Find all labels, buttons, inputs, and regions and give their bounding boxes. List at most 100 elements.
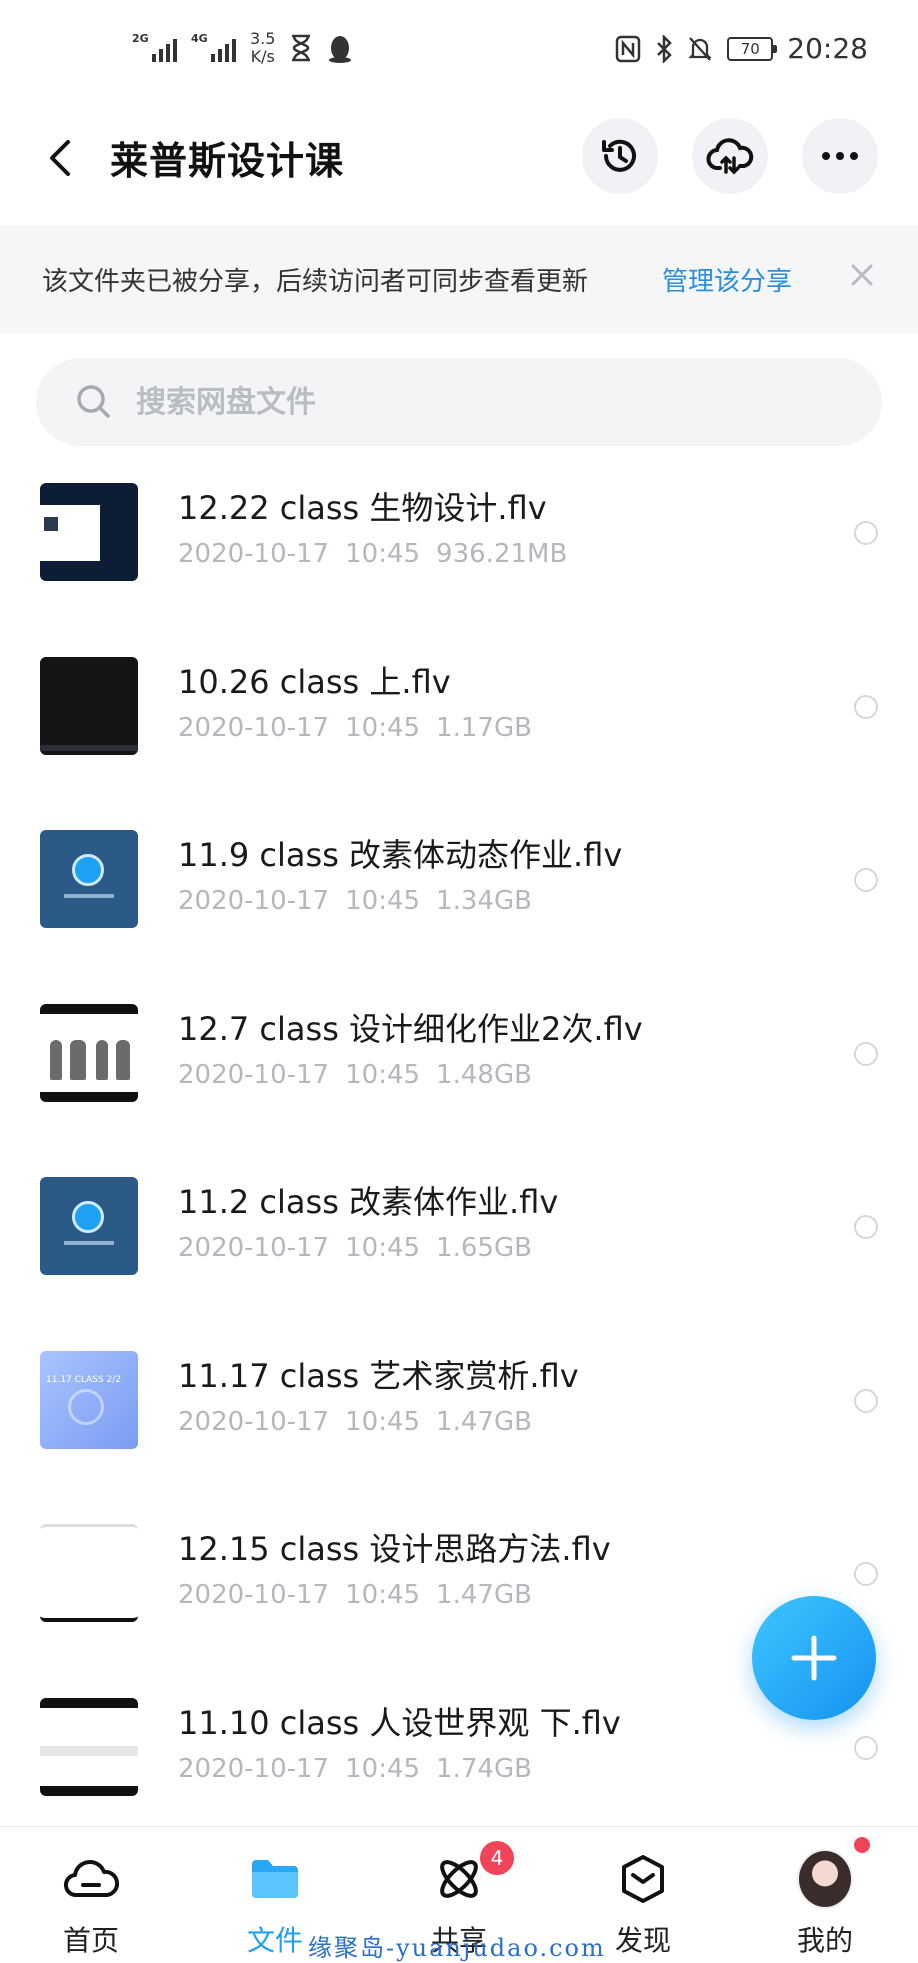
video-thumbnail: 11.17 CLASS 2/2 — [40, 1350, 138, 1449]
file-name: 10.26 class 上.flv — [178, 662, 451, 701]
bluetooth-icon — [657, 34, 673, 63]
file-date: 2020-10-17 — [178, 1233, 330, 1263]
history-button[interactable] — [582, 118, 658, 194]
atom-icon — [431, 1851, 487, 1907]
file-date: 2020-10-17 — [178, 539, 330, 569]
cloud-icon — [63, 1851, 119, 1907]
file-time: 10:45 — [345, 886, 421, 916]
file-date: 2020-10-17 — [178, 1406, 330, 1437]
nfc-icon — [616, 35, 641, 62]
close-banner-button[interactable] — [842, 255, 882, 295]
file-size: 1.74GB — [436, 1753, 532, 1784]
file-date: 2020-10-17 — [178, 886, 330, 916]
file-name: 11.10 class 人设世界观 下.flv — [178, 1703, 621, 1742]
file-time: 10:45 — [345, 1580, 421, 1610]
cloud-transfer-button[interactable] — [692, 118, 768, 194]
file-meta: 2020-10-17 10:45 1.17GB — [178, 713, 548, 743]
file-date: 2020-10-17 — [178, 712, 330, 743]
bell-muted-icon — [688, 36, 713, 61]
file-meta: 2020-10-17 10:45 936.21MB — [178, 539, 583, 569]
app-header: 莱普斯设计课 — [0, 100, 918, 220]
back-icon — [50, 140, 70, 176]
file-time: 10:45 — [345, 539, 421, 569]
video-thumbnail — [40, 1003, 138, 1102]
plus-icon — [791, 1635, 837, 1681]
file-size: 1.34GB — [436, 886, 532, 916]
share-banner: 该文件夹已被分享，后续访问者可同步查看更新 管理该分享 — [0, 225, 918, 333]
file-size: 1.17GB — [436, 712, 532, 743]
notification-badge: 4 — [480, 1841, 514, 1875]
qq-penguin-icon — [329, 36, 352, 63]
search-input[interactable] — [136, 376, 836, 428]
file-meta: 2020-10-17 10:45 1.48GB — [178, 1060, 548, 1090]
file-size: 1.48GB — [436, 1059, 532, 1090]
status-bar: 2G 4G 3.5 K/s 70 20:28 — [0, 0, 918, 100]
video-thumbnail — [40, 483, 138, 581]
select-radio[interactable] — [854, 1735, 878, 1760]
file-time: 10:45 — [345, 1406, 421, 1437]
nav-item-me[interactable]: 我的 — [750, 1827, 900, 1963]
video-thumbnail — [40, 1697, 138, 1796]
file-row[interactable]: 12.7 class 设计细化作业2次.flv 2020-10-17 10:45 1… — [0, 968, 918, 1142]
file-size: 1.65GB — [436, 1233, 532, 1263]
battery-icon: 70 — [727, 36, 778, 61]
video-thumbnail — [40, 830, 138, 928]
file-time: 10:45 — [345, 1753, 421, 1784]
search-icon — [77, 385, 110, 418]
more-icon — [822, 152, 858, 160]
select-radio[interactable] — [854, 1388, 878, 1413]
file-size: 1.47GB — [436, 1406, 532, 1437]
network-speed: 3.5 K/s — [250, 30, 275, 66]
avatar — [797, 1849, 853, 1909]
thumbnail-caption: 11.17 CLASS 2/2 — [46, 1374, 122, 1385]
search-bar[interactable] — [36, 358, 882, 446]
file-row[interactable]: 11.17 CLASS 2/2 11.17 class 艺术家赏析.flv 20… — [0, 1315, 918, 1489]
file-row[interactable]: 11.9 class 改素体动态作业.flv 2020-10-17 10:45 1.… — [0, 794, 918, 968]
file-meta: 2020-10-17 10:45 1.47GB — [178, 1407, 548, 1437]
file-name: 11.2 class 改素体作业.flv — [178, 1183, 559, 1221]
file-date: 2020-10-17 — [178, 1753, 330, 1784]
file-date: 2020-10-17 — [178, 1580, 330, 1610]
signal-icon: 2G — [132, 32, 177, 62]
more-button[interactable] — [802, 118, 878, 194]
speed-value: 3.5 — [250, 29, 276, 48]
file-size: 936.21MB — [436, 539, 568, 569]
file-name: 12.22 class 生物设计.flv — [178, 489, 547, 527]
discover-box-icon — [615, 1851, 671, 1907]
signal-icon: 4G — [191, 32, 236, 62]
file-meta: 2020-10-17 10:45 1.47GB — [178, 1580, 548, 1610]
select-radio[interactable] — [854, 1215, 878, 1239]
file-meta: 2020-10-17 10:45 1.34GB — [178, 886, 548, 916]
close-icon — [851, 264, 873, 286]
select-radio[interactable] — [854, 521, 878, 545]
file-date: 2020-10-17 — [178, 1059, 330, 1090]
speed-unit: K/s — [250, 47, 275, 66]
history-icon — [602, 139, 636, 172]
back-button[interactable] — [38, 128, 82, 188]
folder-icon — [247, 1851, 303, 1907]
video-thumbnail — [40, 1524, 138, 1622]
file-time: 10:45 — [345, 1233, 421, 1263]
select-radio[interactable] — [854, 868, 878, 892]
file-meta: 2020-10-17 10:45 1.65GB — [178, 1233, 548, 1263]
battery-level: 70 — [740, 39, 760, 58]
manage-share-link[interactable]: 管理该分享 — [662, 261, 792, 298]
select-radio[interactable] — [854, 1041, 878, 1066]
add-button[interactable] — [752, 1596, 876, 1720]
video-thumbnail — [40, 1177, 138, 1275]
file-row[interactable]: 10.26 class 上.flv 2020-10-17 10:45 1.17GB — [0, 621, 918, 795]
notification-dot — [854, 1837, 870, 1853]
file-name: 12.7 class 设计细化作业2次.flv — [178, 1009, 643, 1048]
status-time: 20:28 — [787, 32, 868, 65]
file-size: 1.47GB — [436, 1580, 532, 1610]
file-name: 12.15 class 设计思路方法.flv — [178, 1530, 611, 1568]
nav-item-home[interactable]: 首页 — [16, 1827, 166, 1963]
page-title: 莱普斯设计课 — [110, 139, 345, 183]
file-meta: 2020-10-17 10:45 1.74GB — [178, 1754, 548, 1784]
file-name: 11.9 class 改素体动态作业.flv — [178, 836, 623, 874]
file-row[interactable]: 11.2 class 改素体作业.flv 2020-10-17 10:45 1.65… — [0, 1141, 918, 1315]
file-row[interactable]: 12.22 class 生物设计.flv 2020-10-17 10:45 936.… — [0, 447, 918, 621]
file-time: 10:45 — [345, 712, 421, 743]
select-radio[interactable] — [854, 1562, 878, 1586]
select-radio[interactable] — [854, 694, 878, 719]
